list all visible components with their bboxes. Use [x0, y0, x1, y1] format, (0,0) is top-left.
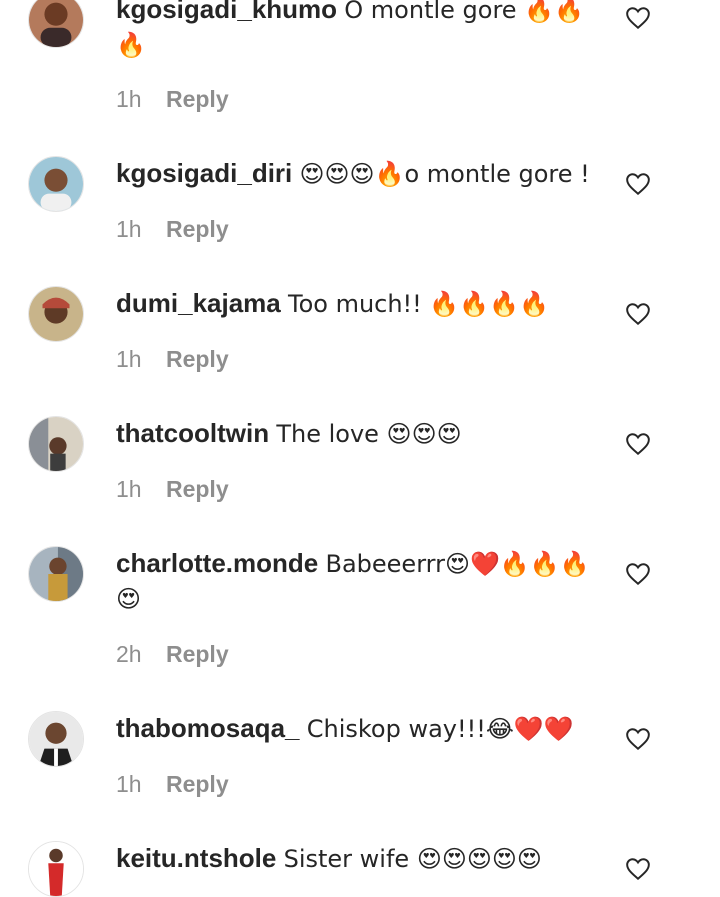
reply-button[interactable]: Reply [166, 641, 229, 667]
comment-username[interactable]: keitu.ntshole [116, 843, 276, 873]
avatar[interactable] [28, 841, 84, 897]
comment-item: charlotte.monde Babeeerrr😍❤️🔥🔥🔥😍 2h Repl… [0, 540, 720, 705]
like-button[interactable] [625, 857, 651, 881]
heart-outline-icon [626, 728, 650, 751]
comment-item: thatcooltwin The love 😍😍😍 1h Reply [0, 410, 720, 540]
comment-username[interactable]: dumi_kajama [116, 288, 281, 318]
comment-text: Chiskop way!!!😂❤️❤️ [306, 715, 574, 743]
avatar[interactable] [28, 416, 84, 472]
heart-outline-icon [626, 303, 650, 326]
reply-button[interactable]: Reply [166, 346, 229, 372]
heart-outline-icon [626, 173, 650, 196]
comment-item: keitu.ntshole Sister wife 😍😍😍😍😍 [0, 835, 720, 897]
comment-item: kgosigadi_diri 😍😍😍🔥o montle gore ! 1h Re… [0, 150, 720, 280]
comment-time: 1h [116, 346, 142, 372]
avatar[interactable] [28, 156, 84, 212]
comment-text: Sister wife 😍😍😍😍😍 [283, 845, 542, 873]
comment-username[interactable]: charlotte.monde [116, 548, 318, 578]
reply-button[interactable]: Reply [166, 86, 229, 112]
avatar[interactable] [28, 286, 84, 342]
comment-time: 1h [116, 476, 142, 502]
like-button[interactable] [625, 172, 651, 196]
comment-username[interactable]: kgosigadi_khumo [116, 0, 337, 24]
comment-username[interactable]: thabomosaqa_ [116, 713, 300, 743]
like-button[interactable] [625, 6, 651, 30]
reply-button[interactable]: Reply [166, 216, 229, 242]
reply-button[interactable]: Reply [166, 771, 229, 797]
avatar[interactable] [28, 0, 84, 48]
like-button[interactable] [625, 432, 651, 456]
avatar[interactable] [28, 711, 84, 767]
comment-time: 2h [116, 641, 142, 667]
comment-username[interactable]: kgosigadi_diri [116, 158, 292, 188]
comment-username[interactable]: thatcooltwin [116, 418, 269, 448]
comment-item: kgosigadi_khumo O montle gore 🔥🔥🔥 1h Rep… [0, 0, 720, 130]
heart-outline-icon [626, 7, 650, 30]
comment-time: 1h [116, 216, 142, 242]
comment-item: dumi_kajama Too much!! 🔥🔥🔥🔥 1h Reply [0, 280, 720, 410]
heart-outline-icon [626, 858, 650, 881]
heart-outline-icon [626, 433, 650, 456]
like-button[interactable] [625, 727, 651, 751]
avatar[interactable] [28, 546, 84, 602]
like-button[interactable] [625, 302, 651, 326]
like-button[interactable] [625, 562, 651, 586]
comment-text: The love 😍😍😍 [276, 420, 462, 448]
reply-button[interactable]: Reply [166, 476, 229, 502]
heart-outline-icon [626, 563, 650, 586]
comment-time: 1h [116, 771, 142, 797]
comment-item: thabomosaqa_ Chiskop way!!!😂❤️❤️ 1h Repl… [0, 705, 720, 835]
comment-time: 1h [116, 86, 142, 112]
comment-text: Too much!! 🔥🔥🔥🔥 [287, 290, 549, 318]
comment-text: 😍😍😍🔥o montle gore ! [299, 160, 590, 188]
